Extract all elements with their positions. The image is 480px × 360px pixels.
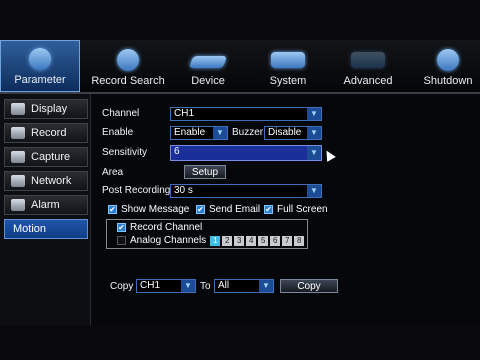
sidebar-item-label: Motion bbox=[13, 223, 47, 235]
sidebar-item-record[interactable]: Record bbox=[4, 123, 88, 143]
copy-button[interactable]: Copy bbox=[280, 279, 338, 293]
buzzer-select[interactable]: Disable ▼ bbox=[264, 126, 322, 140]
sidebar-item-label: Capture bbox=[31, 151, 71, 163]
analog-channels-checkbox[interactable] bbox=[117, 236, 126, 245]
network-icon bbox=[11, 175, 25, 187]
chevron-down-icon: ▼ bbox=[307, 185, 321, 197]
full-screen-checkbox[interactable]: ✔ bbox=[264, 205, 273, 214]
copy-from-select[interactable]: CH1 ▼ bbox=[136, 279, 196, 293]
channel-checkbox-1[interactable]: 1 bbox=[210, 235, 221, 246]
channel-label: Channel bbox=[102, 108, 140, 119]
gear-icon bbox=[29, 48, 51, 70]
show-message-label: Show Message bbox=[121, 204, 190, 215]
tab-device[interactable]: Device bbox=[168, 40, 248, 92]
power-icon bbox=[437, 49, 459, 71]
monitor-icon bbox=[271, 52, 305, 68]
buzzer-value: Disable bbox=[268, 127, 302, 138]
sidebar-item-display[interactable]: Display bbox=[4, 99, 88, 119]
chevron-down-icon: ▼ bbox=[181, 280, 195, 292]
tab-record-search[interactable]: Record Search bbox=[88, 40, 168, 92]
copy-to-select[interactable]: All ▼ bbox=[214, 279, 274, 293]
tab-shutdown[interactable]: Shutdown bbox=[408, 40, 480, 92]
to-label: To bbox=[200, 281, 211, 292]
send-email-label: Send Email bbox=[209, 204, 261, 215]
enable-select[interactable]: Enable ▼ bbox=[170, 126, 228, 140]
sidebar-item-label: Alarm bbox=[31, 199, 60, 211]
display-icon bbox=[11, 103, 25, 115]
top-nav: Parameter Record Search Device System Ad… bbox=[0, 40, 480, 94]
tab-label: System bbox=[269, 75, 307, 87]
analog-channels-label: Analog Channels bbox=[130, 235, 207, 246]
full-screen-label: Full Screen bbox=[277, 204, 328, 215]
sensitivity-select[interactable]: 6 ▼ bbox=[170, 145, 322, 161]
chevron-down-icon: ▼ bbox=[307, 108, 321, 120]
post-recording-select[interactable]: 30 s ▼ bbox=[170, 184, 322, 198]
sidebar-item-network[interactable]: Network bbox=[4, 171, 88, 191]
motion-settings-panel: Channel CH1 ▼ Enable Enable ▼ Buzzer Dis… bbox=[92, 94, 452, 325]
record-channel-checkbox[interactable]: ✔ bbox=[117, 223, 126, 232]
tab-parameter[interactable]: Parameter bbox=[0, 40, 80, 92]
send-email-checkbox[interactable]: ✔ bbox=[196, 205, 205, 214]
enable-label: Enable bbox=[102, 127, 134, 138]
hard-drive-icon bbox=[188, 56, 228, 68]
sidebar-item-label: Network bbox=[31, 175, 72, 187]
record-channel-group: ✔ Record Channel Analog Channels 1 2 3 4… bbox=[106, 219, 308, 249]
sidebar-item-motion[interactable]: Motion bbox=[4, 219, 88, 239]
area-label: Area bbox=[102, 167, 124, 178]
search-icon bbox=[117, 49, 139, 71]
channel-checkbox-7[interactable]: 7 bbox=[282, 235, 293, 246]
analog-channels-option: Analog Channels 1 2 3 4 5 6 7 8 bbox=[117, 235, 306, 246]
sidebar-item-label: Record bbox=[31, 127, 67, 139]
post-recording-value: 30 s bbox=[174, 185, 193, 196]
tab-label: Shutdown bbox=[423, 75, 473, 87]
tab-label: Parameter bbox=[14, 74, 66, 86]
copy-to-value: All bbox=[218, 280, 230, 291]
wrench-icon bbox=[351, 52, 385, 68]
sidebar: Display Record Capture Network Alarm Mot… bbox=[0, 94, 91, 325]
enable-value: Enable bbox=[174, 127, 206, 138]
copy-label: Copy bbox=[110, 281, 134, 292]
channel-checkbox-6[interactable]: 6 bbox=[270, 235, 281, 246]
copy-from-value: CH1 bbox=[140, 280, 161, 291]
chevron-down-icon: ▼ bbox=[307, 146, 321, 160]
record-icon bbox=[11, 127, 25, 139]
sensitivity-label: Sensitivity bbox=[102, 147, 148, 158]
tab-label: Record Search bbox=[91, 75, 165, 87]
full-screen-option: ✔ Full Screen bbox=[264, 204, 328, 215]
sidebar-item-label: Display bbox=[31, 103, 68, 115]
chevron-down-icon: ▼ bbox=[307, 127, 321, 139]
channel-checkbox-3[interactable]: 3 bbox=[234, 235, 245, 246]
tab-advanced[interactable]: Advanced bbox=[328, 40, 408, 92]
dvr-window: Parameter Record Search Device System Ad… bbox=[0, 40, 480, 325]
camera-icon bbox=[11, 151, 25, 163]
post-recording-label: Post Recording bbox=[102, 185, 171, 196]
channel-checkbox-2[interactable]: 2 bbox=[222, 235, 233, 246]
channel-select[interactable]: CH1 ▼ bbox=[170, 107, 322, 121]
tab-system[interactable]: System bbox=[248, 40, 328, 92]
channel-checkbox-5[interactable]: 5 bbox=[258, 235, 269, 246]
sidebar-item-alarm[interactable]: Alarm bbox=[4, 195, 88, 215]
channel-value: CH1 bbox=[174, 108, 195, 119]
tab-label: Device bbox=[191, 75, 225, 87]
sidebar-item-capture[interactable]: Capture bbox=[4, 147, 88, 167]
tab-label: Advanced bbox=[343, 75, 393, 87]
send-email-option: ✔ Send Email bbox=[196, 204, 260, 215]
setup-button[interactable]: Setup bbox=[184, 165, 226, 179]
sensitivity-value: 6 bbox=[174, 146, 180, 157]
record-channel-label: Record Channel bbox=[130, 222, 203, 233]
show-message-checkbox[interactable]: ✔ bbox=[108, 205, 117, 214]
chevron-down-icon: ▼ bbox=[259, 280, 273, 292]
channel-checkbox-8[interactable]: 8 bbox=[294, 235, 305, 246]
show-message-option: ✔ Show Message bbox=[108, 204, 189, 215]
buzzer-label: Buzzer bbox=[232, 127, 264, 138]
chevron-down-icon: ▼ bbox=[213, 127, 227, 139]
alarm-icon bbox=[11, 199, 25, 211]
mouse-cursor-icon bbox=[322, 148, 336, 162]
channel-checkbox-4[interactable]: 4 bbox=[246, 235, 257, 246]
record-channel-option: ✔ Record Channel bbox=[117, 222, 202, 233]
